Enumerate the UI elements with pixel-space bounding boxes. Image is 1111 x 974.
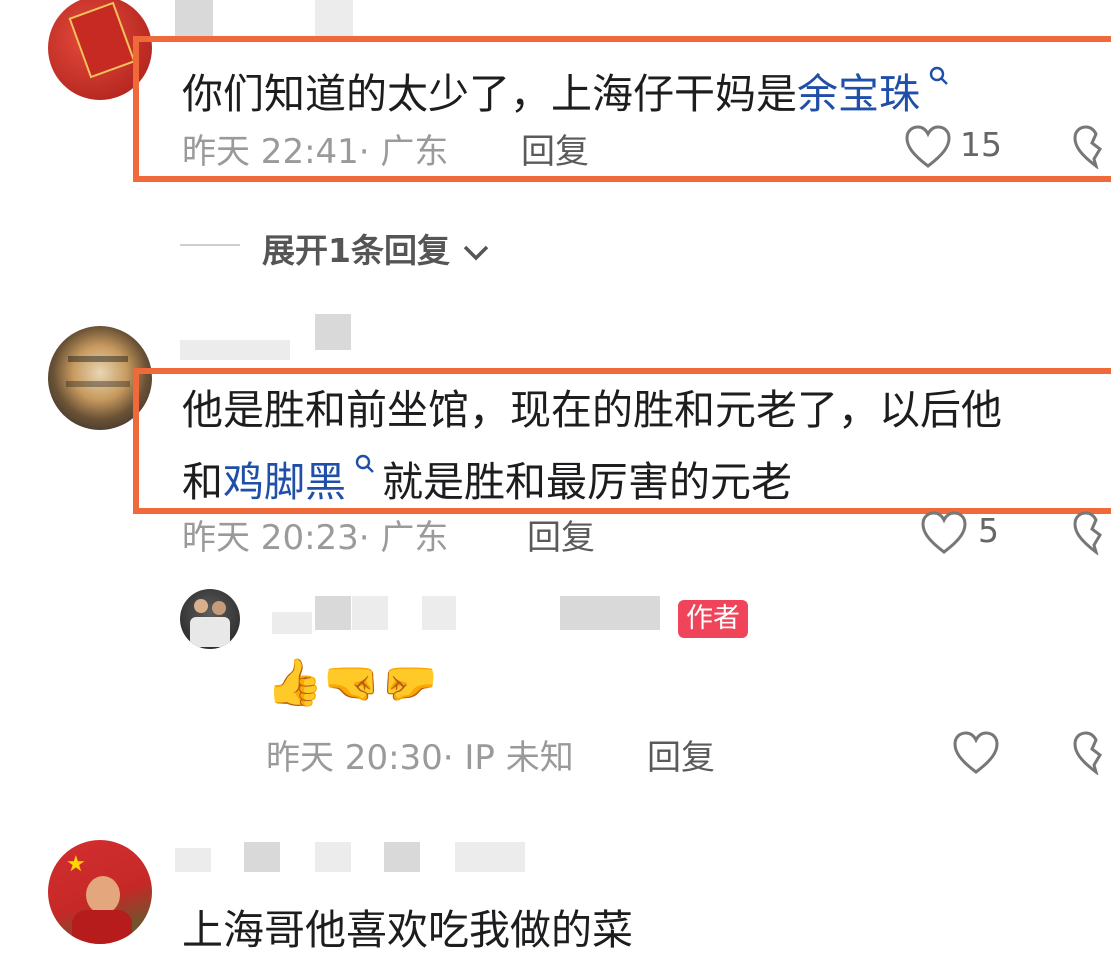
avatar-figure <box>212 601 226 615</box>
emoji-content: 👍🤜🤛 <box>266 655 438 709</box>
broken-heart-icon[interactable] <box>1072 731 1111 776</box>
search-icon[interactable] <box>348 454 382 480</box>
avatar-body <box>72 910 132 944</box>
reply-button[interactable]: 回复 <box>527 510 595 559</box>
username-blurred <box>422 596 456 630</box>
username-blurred <box>244 842 280 872</box>
avatar-figure <box>194 599 208 613</box>
username-blurred <box>272 612 312 634</box>
comment-text-line: 他是胜和前坐馆，现在的胜和元老了，以后他 <box>182 386 1002 434</box>
avatar-decoration <box>68 1 136 79</box>
username-blurred <box>315 842 351 872</box>
divider <box>180 244 240 246</box>
chevron-down-icon <box>461 233 491 272</box>
search-icon[interactable] <box>922 66 949 92</box>
heart-icon[interactable] <box>904 125 952 169</box>
like-count: 15 <box>960 125 1002 164</box>
username-blurred <box>352 596 388 630</box>
username-blurred <box>315 596 351 630</box>
avatar-star: ★ <box>66 852 86 877</box>
comment-text: 你们知道的太少了，上海仔干妈是余宝珠 <box>182 48 949 126</box>
search-link[interactable]: 余宝珠 <box>797 70 920 118</box>
comment-meta: 昨天 20:30· IP 未知 <box>266 738 574 778</box>
avatar-stripe <box>66 381 130 387</box>
username-blurred <box>180 340 290 360</box>
like-count: 5 <box>978 511 999 550</box>
search-link[interactable]: 鸡脚黑 <box>223 458 346 506</box>
heart-icon[interactable] <box>920 511 968 555</box>
comment-text-body: 和 <box>182 458 223 506</box>
avatar[interactable] <box>180 589 240 649</box>
comment-meta: 昨天 20:23· 广东 <box>182 518 449 558</box>
comment-text-body: 你们知道的太少了，上海仔干妈是 <box>182 70 797 118</box>
comment-text: 上海哥他喜欢吃我做的菜 <box>182 906 633 954</box>
comment-text-line: 和鸡脚黑 就是胜和最厉害的元老 <box>182 436 792 514</box>
avatar-stripe <box>68 356 128 362</box>
author-tag: 作者 <box>678 600 748 638</box>
username-blurred <box>455 842 525 872</box>
reply-button[interactable]: 回复 <box>521 124 589 173</box>
comment-text-body: 就是胜和最厉害的元老 <box>382 458 792 506</box>
broken-heart-icon[interactable] <box>1072 511 1111 556</box>
username-blurred <box>175 848 211 872</box>
expand-replies-label: 展开1条回复 <box>262 231 450 270</box>
broken-heart-icon[interactable] <box>1072 125 1111 170</box>
avatar-figure <box>190 617 230 647</box>
username-blurred <box>315 314 351 350</box>
reply-button[interactable]: 回复 <box>647 730 715 779</box>
username-blurred <box>560 596 660 630</box>
heart-icon[interactable] <box>952 731 1000 775</box>
username-blurred <box>384 842 420 872</box>
expand-replies-button[interactable]: 展开1条回复 <box>262 224 491 272</box>
username-blurred <box>315 0 353 36</box>
avatar-face <box>86 876 120 914</box>
avatar[interactable]: ★ <box>48 840 152 944</box>
comment-meta: 昨天 22:41· 广东 <box>182 132 449 172</box>
username-blurred <box>175 0 213 36</box>
